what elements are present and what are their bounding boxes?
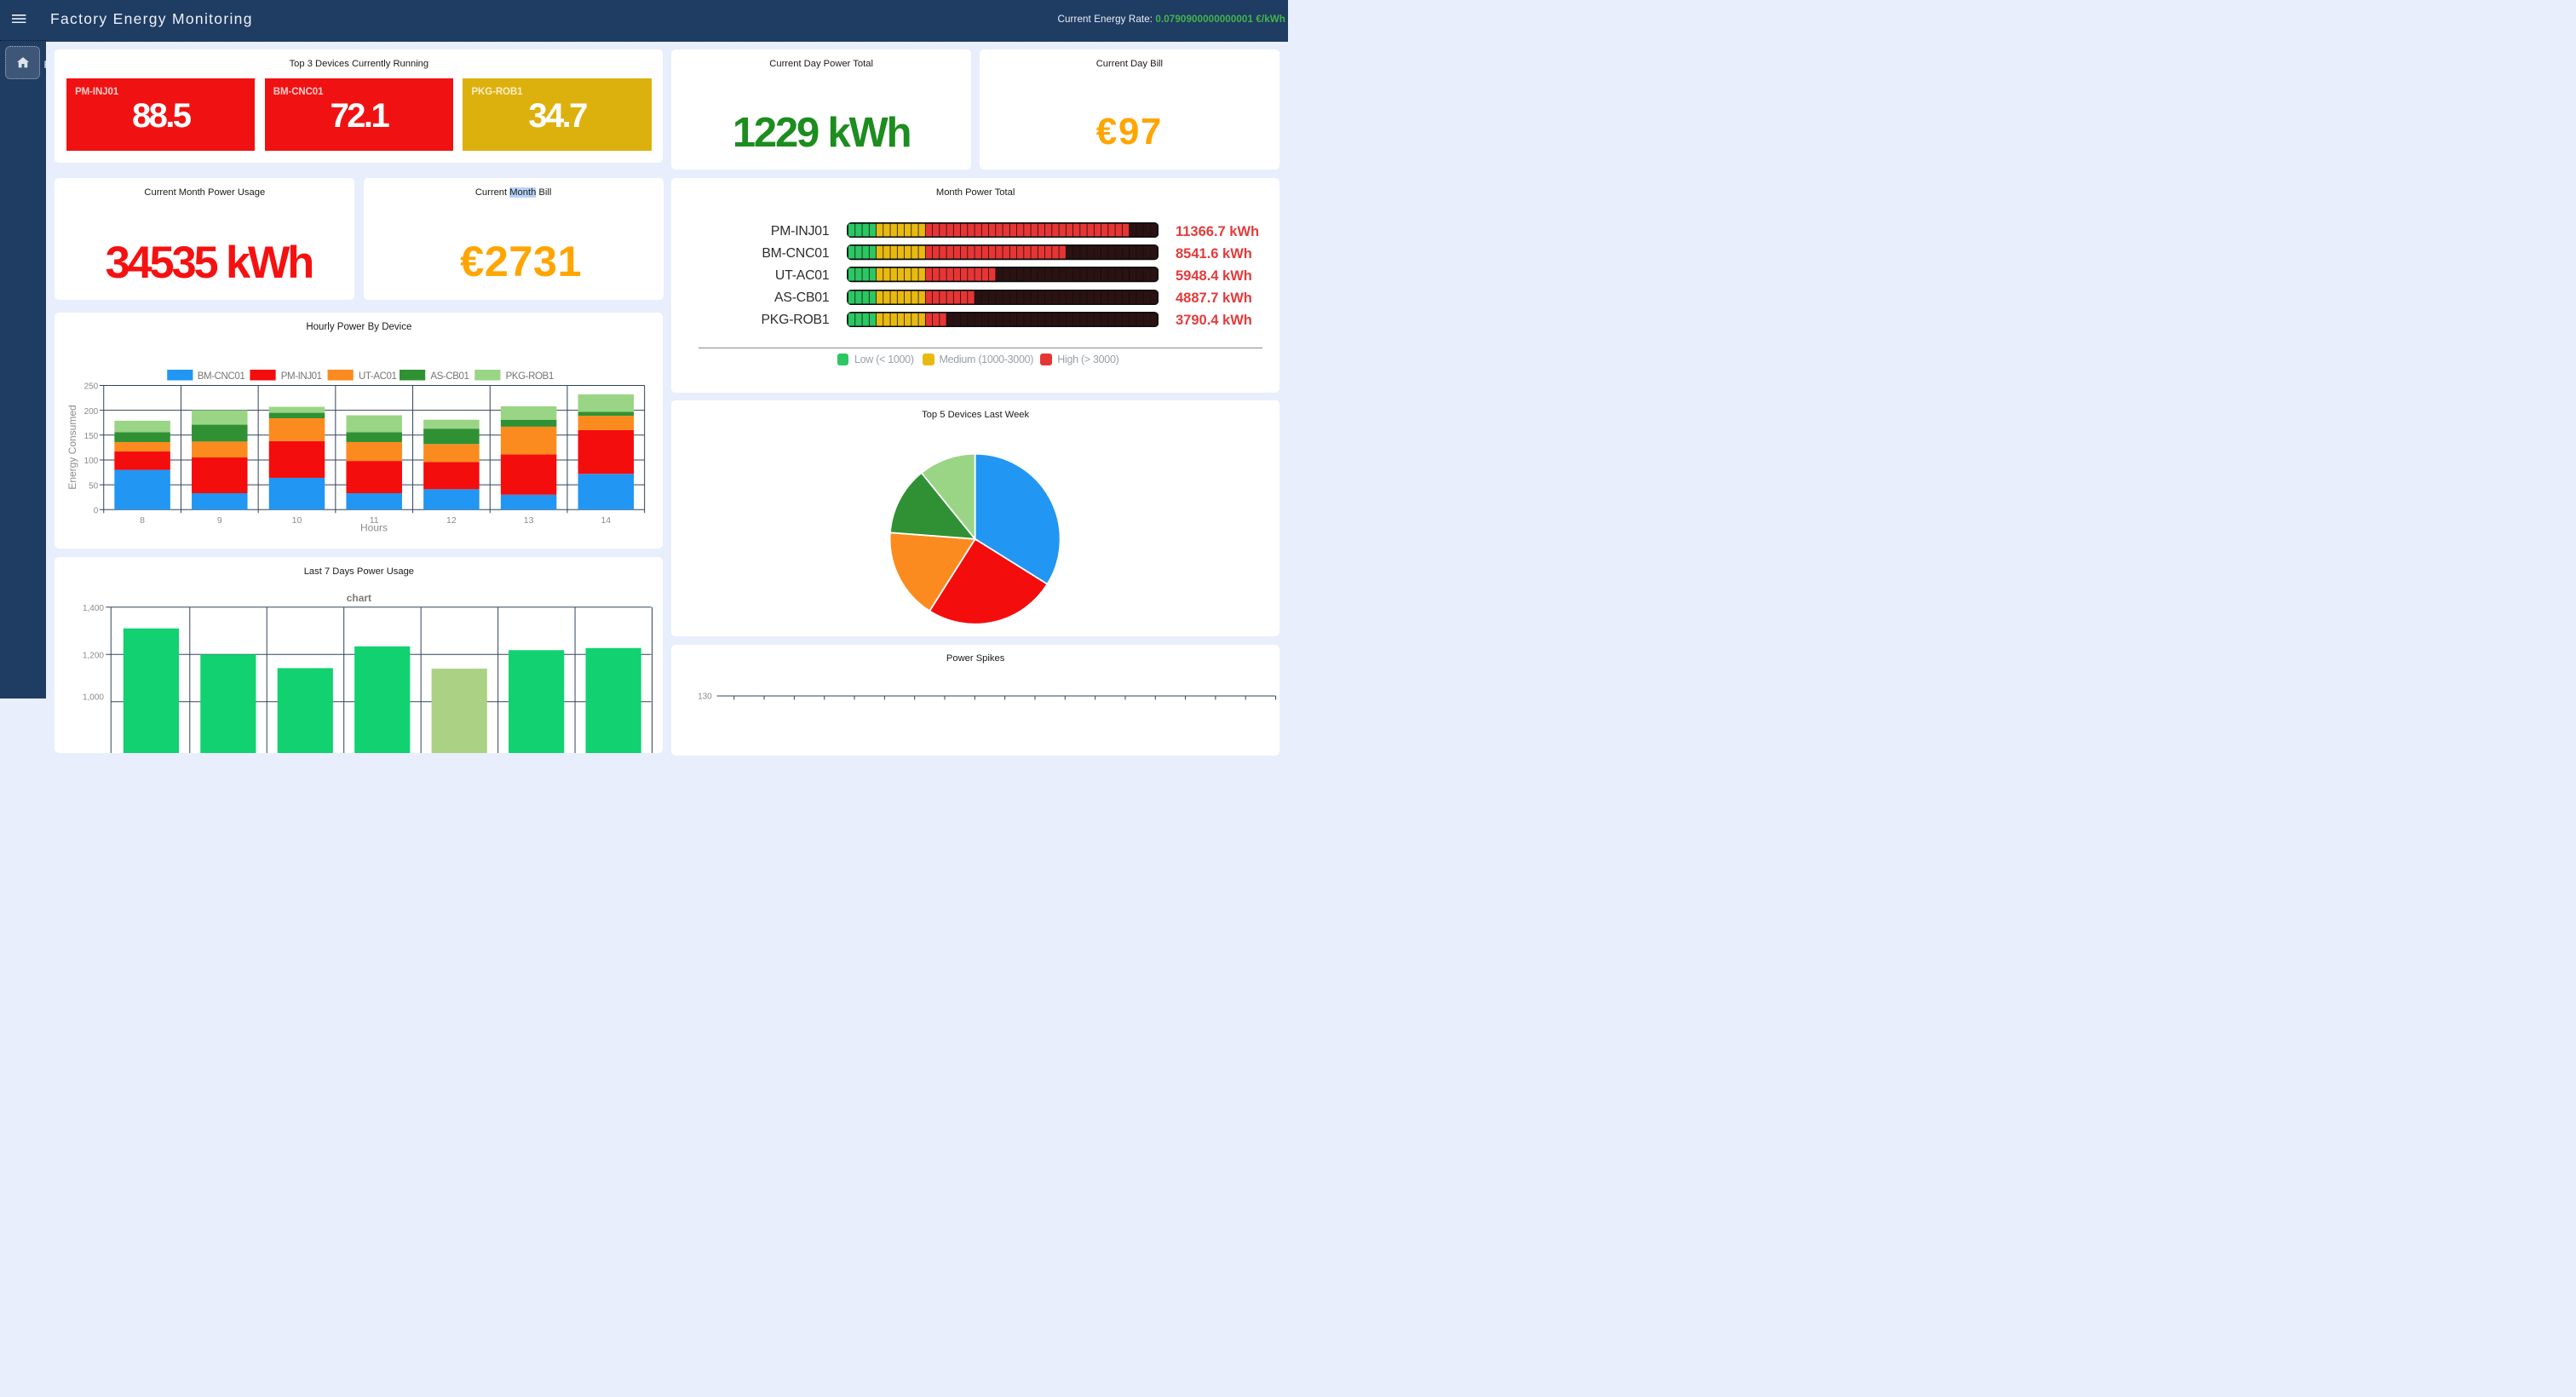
svg-text:1,400: 1,400 xyxy=(83,604,104,613)
svg-text:12: 12 xyxy=(446,515,457,526)
svg-text:130: 130 xyxy=(698,692,712,701)
svg-text:PM-INJ01: PM-INJ01 xyxy=(281,371,322,382)
svg-text:Energy Consumed: Energy Consumed xyxy=(66,405,78,489)
svg-text:9: 9 xyxy=(217,515,222,526)
svg-text:50: 50 xyxy=(89,481,99,491)
svg-text:150: 150 xyxy=(84,432,99,441)
svg-text:BM-CNC01: BM-CNC01 xyxy=(198,371,245,382)
svg-text:0: 0 xyxy=(94,506,99,515)
svg-text:Hours: Hours xyxy=(360,522,388,534)
svg-text:13: 13 xyxy=(524,515,534,526)
svg-text:10: 10 xyxy=(292,515,302,526)
svg-text:200: 200 xyxy=(84,407,99,417)
svg-text:250: 250 xyxy=(84,382,99,392)
svg-text:1,000: 1,000 xyxy=(83,693,104,702)
svg-text:PKG-ROB1: PKG-ROB1 xyxy=(506,371,554,382)
svg-text:AS-CB01: AS-CB01 xyxy=(431,371,469,382)
svg-text:1,200: 1,200 xyxy=(83,651,104,660)
svg-text:8: 8 xyxy=(140,515,145,526)
svg-text:UT-AC01: UT-AC01 xyxy=(359,371,397,382)
svg-text:14: 14 xyxy=(601,515,612,526)
svg-text:100: 100 xyxy=(84,457,99,466)
